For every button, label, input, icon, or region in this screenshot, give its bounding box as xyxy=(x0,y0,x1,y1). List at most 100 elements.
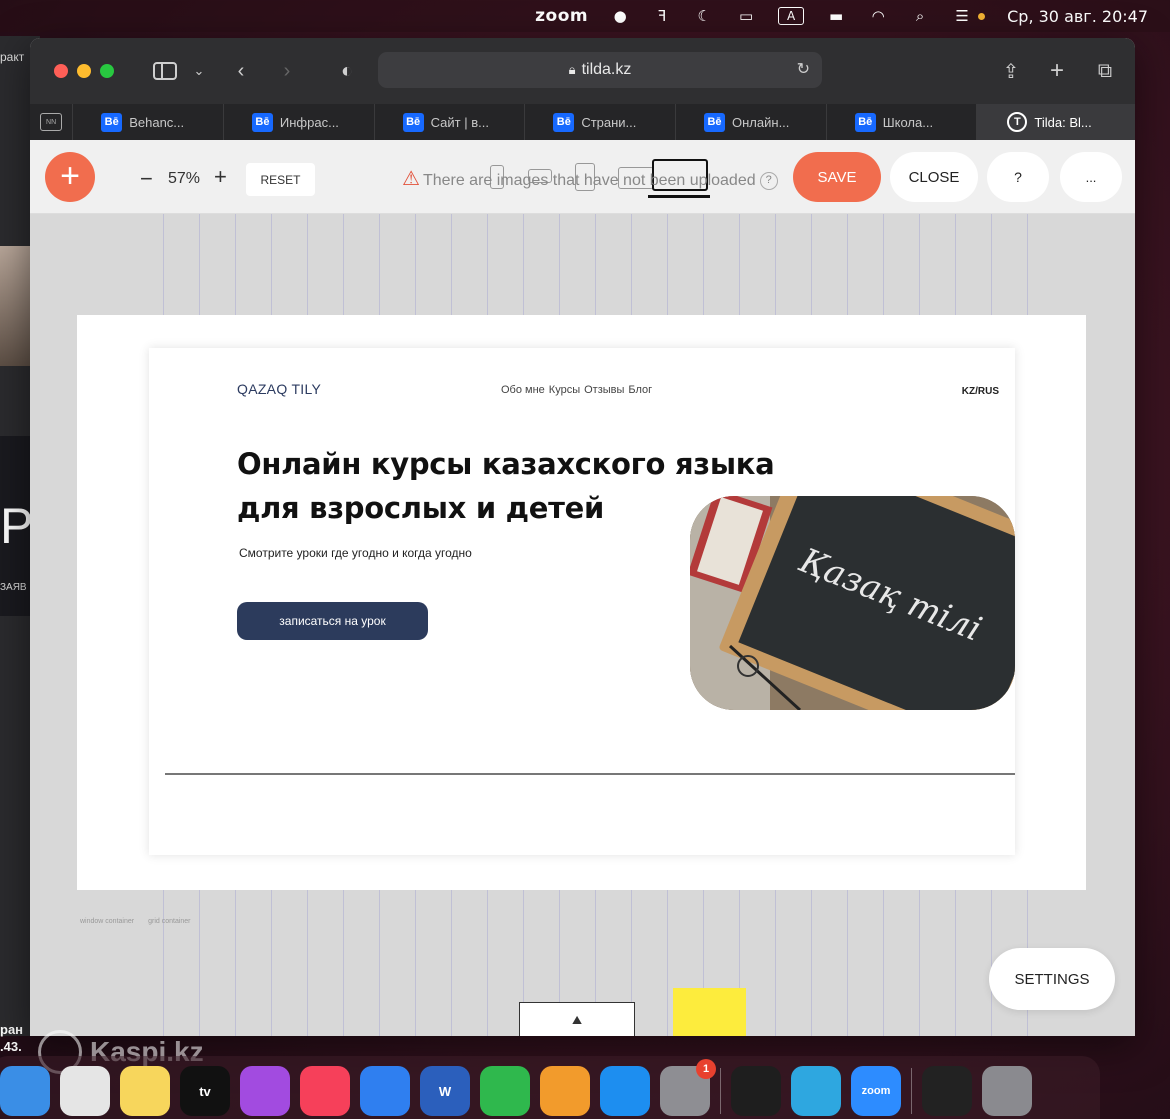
behance-icon: Bē xyxy=(854,112,876,132)
back-button[interactable]: ‹ xyxy=(226,56,256,86)
save-button[interactable]: SAVE xyxy=(793,152,881,202)
dock-app-numbers[interactable] xyxy=(480,1066,530,1116)
help-button[interactable]: ? xyxy=(987,152,1049,202)
chalkboard-illustration: Қазақ тілі xyxy=(690,496,1015,710)
search-icon[interactable]: ⌕ xyxy=(910,7,930,25)
battery-icon[interactable]: ▬ xyxy=(826,7,846,25)
settings-button[interactable]: SETTINGS xyxy=(989,948,1115,1010)
dock-app-app-store[interactable] xyxy=(600,1066,650,1116)
dock-app-zoom[interactable]: zoom xyxy=(851,1066,901,1116)
language-switch[interactable]: KZ/RUS xyxy=(962,386,999,397)
tab-overview-icon[interactable]: ⧉ xyxy=(1090,56,1120,86)
menubar-clock[interactable]: Ср, 30 авг. 20:47 xyxy=(1007,7,1148,26)
reload-icon[interactable]: ↻ xyxy=(797,59,810,79)
sidebar-toggle-button[interactable] xyxy=(150,56,180,86)
moon-icon[interactable]: ☾ xyxy=(694,7,714,25)
menubar-zoom-app[interactable]: zoom xyxy=(535,6,588,26)
site-logo[interactable]: QAZAQ TILY xyxy=(237,381,321,397)
dock-app-music[interactable] xyxy=(300,1066,350,1116)
nav-item-blog[interactable]: Блог xyxy=(628,384,652,396)
dock-separator xyxy=(720,1068,721,1114)
pinned-tab-icon: NN xyxy=(40,113,63,131)
close-button[interactable]: CLOSE xyxy=(890,152,978,202)
dock-separator xyxy=(911,1068,912,1114)
lock-icon: 🔒︎ xyxy=(568,62,576,77)
warning-icon: ⚠ xyxy=(402,168,420,190)
dock-app-word[interactable]: W xyxy=(420,1066,470,1116)
dock-app-screenshot[interactable] xyxy=(60,1066,110,1116)
dock-app-system-settings[interactable]: 1 xyxy=(660,1059,716,1116)
tab-behance-6[interactable]: Bē Школа... xyxy=(827,104,978,140)
tab-label: Сайт | в... xyxy=(430,114,489,130)
chevron-down-icon[interactable]: ⌄ xyxy=(184,56,214,86)
tab-tilda-active[interactable]: T Tilda: Bl... xyxy=(977,104,1135,140)
close-window-button[interactable] xyxy=(54,64,68,78)
control-center-icon[interactable]: ☰ xyxy=(952,7,972,25)
input-source-indicator[interactable]: A xyxy=(778,7,805,25)
help-circle-icon[interactable]: ? xyxy=(759,171,778,190)
dock-app-keynote[interactable] xyxy=(360,1066,410,1116)
tab-label: Behanc... xyxy=(129,114,185,130)
dock-app-figma[interactable] xyxy=(731,1066,781,1116)
forward-button[interactable]: › xyxy=(272,56,302,86)
display-icon[interactable]: ▭ xyxy=(736,7,756,25)
tab-label: Tilda: Bl... xyxy=(1034,114,1092,130)
tab-behance-1[interactable]: Bē Behanc... xyxy=(73,104,224,140)
dock-app-trash[interactable] xyxy=(982,1066,1032,1116)
safari-window: ⌄ ‹ › ◐ 🔒︎ tilda.kz ↻ ⇪ + ⧉ NN Bē Behanc.… xyxy=(30,38,1135,1036)
behance-icon: Bē xyxy=(251,112,273,132)
dock-app-window-preview[interactable] xyxy=(922,1066,972,1116)
active-device-indicator xyxy=(648,195,710,198)
figma-menubar-icon[interactable]: ꟻ xyxy=(652,7,672,25)
zoom-level: 57% xyxy=(168,170,201,187)
image-upload-placeholder[interactable]: ⛰ xyxy=(519,1002,635,1036)
fullscreen-window-button[interactable] xyxy=(100,64,114,78)
sticky-note[interactable] xyxy=(673,988,746,1036)
share-icon[interactable]: ⇪ xyxy=(996,56,1026,86)
add-element-button[interactable]: + xyxy=(45,152,95,202)
zoom-in-button[interactable]: + xyxy=(214,164,227,190)
dock-app-pages[interactable] xyxy=(540,1066,590,1116)
zoom-out-button[interactable]: − xyxy=(140,166,153,192)
background-caption-line2: .43. xyxy=(0,1039,22,1054)
tab-label: Страни... xyxy=(581,114,637,130)
tab-behance-4[interactable]: Bē Страни... xyxy=(525,104,677,140)
pinned-tab[interactable]: NN xyxy=(30,104,74,140)
minimize-window-button[interactable] xyxy=(77,64,91,78)
dock-app-finder[interactable] xyxy=(0,1066,50,1116)
window-container-label[interactable]: window container xyxy=(80,918,134,925)
tab-behance-3[interactable]: Bē Сайт | в... xyxy=(375,104,526,140)
tab-behance-5[interactable]: Bē Онлайн... xyxy=(676,104,827,140)
nav-item-reviews[interactable]: Отзывы xyxy=(584,384,624,396)
image-icon: ⛰ xyxy=(571,1013,583,1027)
dock-app-label: zoom xyxy=(861,1085,891,1097)
new-tab-button[interactable]: + xyxy=(1042,56,1072,86)
editor-canvas[interactable]: QAZAQ TILY Обо мне Курсы Отзывы Блог KZ/… xyxy=(30,214,1135,1036)
background-caption-line1: ран xyxy=(0,1022,24,1037)
menubar-zoom-status-icon[interactable]: ● xyxy=(610,7,630,25)
address-bar[interactable]: 🔒︎ tilda.kz ↻ xyxy=(378,52,822,88)
tilda-editor-toolbar: + − 57% + RESET ⚠ There are images that h… xyxy=(30,140,1135,214)
background-window-caption: ран .43. xyxy=(0,1021,23,1055)
tab-label: Школа... xyxy=(882,114,934,130)
hero-subtitle[interactable]: Смотрите уроки где угодно и когда угодно xyxy=(239,544,479,562)
privacy-shield-icon[interactable]: ◐ xyxy=(332,56,362,86)
dock-app-apple-tv[interactable]: tv xyxy=(180,1066,230,1116)
reset-zoom-button[interactable]: RESET xyxy=(246,163,315,196)
hero-image-chalkboard[interactable]: Қазақ тілі xyxy=(690,496,1015,710)
signup-lesson-button[interactable]: записаться на урок xyxy=(237,602,428,640)
dock-app-podcasts[interactable] xyxy=(240,1066,290,1116)
dock-app-telegram[interactable] xyxy=(791,1066,841,1116)
notification-badge: 1 xyxy=(696,1059,716,1079)
tab-behance-2[interactable]: Bē Инфрас... xyxy=(224,104,375,140)
nav-item-courses[interactable]: Курсы xyxy=(549,384,580,396)
behance-icon: Bē xyxy=(704,112,726,132)
dock-app-label: tv xyxy=(199,1083,211,1099)
nav-item-about[interactable]: Обо мне xyxy=(501,384,545,396)
page-preview[interactable]: QAZAQ TILY Обо мне Курсы Отзывы Блог KZ/… xyxy=(149,348,1015,855)
wifi-icon[interactable]: ◠ xyxy=(868,7,888,25)
dock-app-notes[interactable] xyxy=(120,1066,170,1116)
grid-container-label[interactable]: grid container xyxy=(148,918,190,925)
more-options-button[interactable]: ... xyxy=(1060,152,1122,202)
container-labels: window container grid container xyxy=(80,918,191,925)
